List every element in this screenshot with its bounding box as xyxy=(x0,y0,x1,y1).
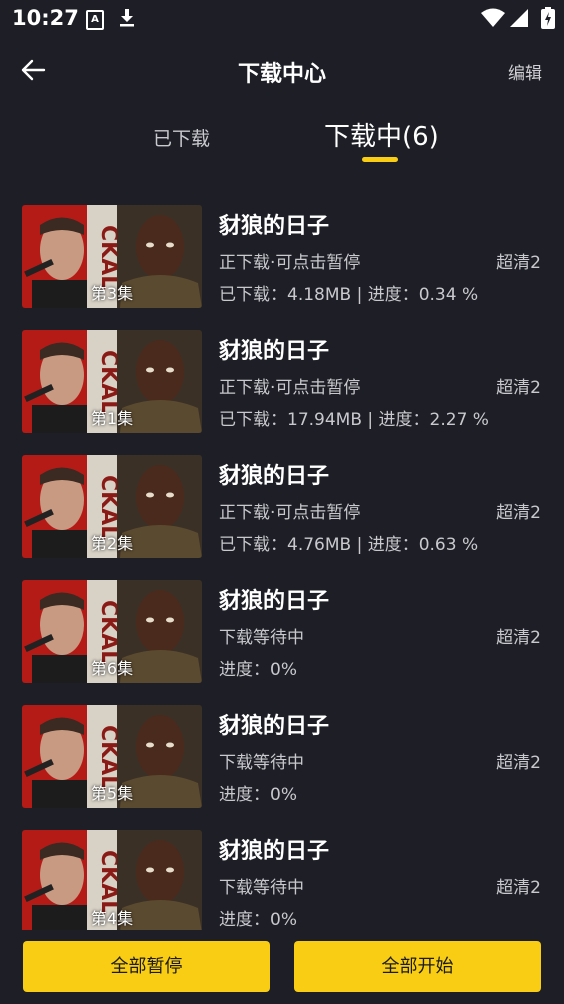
bottom-action-bar: 全部暂停 全部开始 xyxy=(0,930,564,1004)
item-quality: 超清2 xyxy=(496,878,541,898)
episode-label: 第5集 xyxy=(90,784,134,803)
item-quality: 超清2 xyxy=(496,503,541,523)
status-bar: 10:27 A xyxy=(0,0,564,38)
episode-label: 第4集 xyxy=(90,909,134,928)
episode-label: 第3集 xyxy=(90,284,134,303)
item-quality: 超清2 xyxy=(496,753,541,773)
episode-thumbnail: 第6集 xyxy=(22,580,202,683)
list-item[interactable]: 第6集 豺狼的日子 下载等待中 超清2 进度：0% xyxy=(0,575,564,685)
item-status: 下载等待中 xyxy=(219,878,304,898)
pause-all-button[interactable]: 全部暂停 xyxy=(23,941,270,992)
active-tab-indicator xyxy=(362,157,398,162)
episode-label: 第2集 xyxy=(90,534,134,553)
episode-label: 第1集 xyxy=(90,409,134,428)
header: 下载中心 编辑 xyxy=(0,46,564,96)
a-notification-icon: A xyxy=(86,10,104,30)
item-status: 下载等待中 xyxy=(219,753,304,773)
episode-thumbnail: 第3集 xyxy=(22,205,202,308)
start-all-button[interactable]: 全部开始 xyxy=(294,941,541,992)
item-title: 豺狼的日子 xyxy=(219,839,330,864)
wifi-icon xyxy=(481,8,505,27)
list-item[interactable]: 第5集 豺狼的日子 下载等待中 超清2 进度：0% xyxy=(0,700,564,810)
download-icon xyxy=(120,9,134,27)
list-item[interactable]: 第2集 豺狼的日子 正下载·可点击暂停 超清2 已下载：4.76MB | 进度：… xyxy=(0,450,564,560)
tab-downloaded[interactable]: 已下载 xyxy=(153,124,210,151)
item-progress: 已下载：4.18MB | 进度：0.34 % xyxy=(219,285,479,305)
item-progress: 已下载：17.94MB | 进度：2.27 % xyxy=(219,410,489,430)
list-item[interactable]: 第3集 豺狼的日子 正下载·可点击暂停 超清2 已下载：4.18MB | 进度：… xyxy=(0,200,564,310)
item-quality: 超清2 xyxy=(496,628,541,648)
battery-icon xyxy=(541,7,555,29)
episode-thumbnail: 第2集 xyxy=(22,455,202,558)
item-quality: 超清2 xyxy=(496,378,541,398)
item-progress: 已下载：4.76MB | 进度：0.63 % xyxy=(219,535,479,555)
item-progress: 进度：0% xyxy=(219,660,297,680)
item-title: 豺狼的日子 xyxy=(219,339,330,364)
item-progress: 进度：0% xyxy=(219,910,297,930)
episode-thumbnail: 第5集 xyxy=(22,705,202,808)
item-title: 豺狼的日子 xyxy=(219,714,330,739)
item-status: 下载等待中 xyxy=(219,628,304,648)
tab-downloading[interactable]: 下载中(6) xyxy=(324,116,439,153)
item-progress: 进度：0% xyxy=(219,785,297,805)
tab-bar: 已下载 下载中(6) xyxy=(0,112,564,172)
page-title: 下载中心 xyxy=(237,62,326,87)
list-item[interactable]: 第4集 豺狼的日子 下载等待中 超清2 进度：0% xyxy=(0,825,564,930)
signal-icon xyxy=(510,9,528,27)
edit-button[interactable]: 编辑 xyxy=(508,59,542,84)
item-title: 豺狼的日子 xyxy=(219,214,330,239)
episode-thumbnail: 第1集 xyxy=(22,330,202,433)
status-time: 10:27 xyxy=(12,6,79,30)
episode-thumbnail: 第4集 xyxy=(22,830,202,930)
item-title: 豺狼的日子 xyxy=(219,589,330,614)
item-status: 正下载·可点击暂停 xyxy=(219,378,361,398)
episode-label: 第6集 xyxy=(90,659,134,678)
item-title: 豺狼的日子 xyxy=(219,464,330,489)
item-status: 正下载·可点击暂停 xyxy=(219,503,361,523)
list-item[interactable]: 第1集 豺狼的日子 正下载·可点击暂停 超清2 已下载：17.94MB | 进度… xyxy=(0,325,564,435)
item-quality: 超清2 xyxy=(496,253,541,273)
item-status: 正下载·可点击暂停 xyxy=(219,253,361,273)
download-list: 第3集 豺狼的日子 正下载·可点击暂停 超清2 已下载：4.18MB | 进度：… xyxy=(0,200,564,930)
